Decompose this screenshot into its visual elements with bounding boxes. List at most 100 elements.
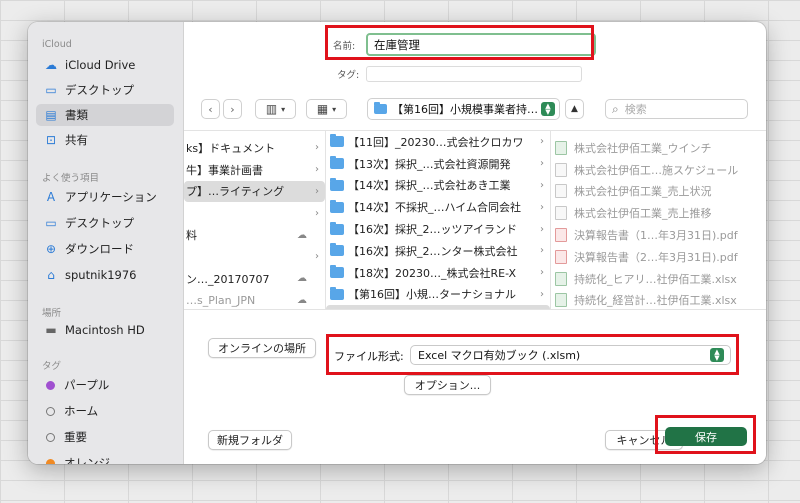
empty-tag-dot-icon xyxy=(46,406,55,416)
sidebar-item-home[interactable]: ⌂ sputnik1976 xyxy=(36,264,174,286)
sidebar-item-documents[interactable]: ▤ 書類 xyxy=(36,104,174,126)
highlight-box-file-format xyxy=(326,334,739,375)
forward-button[interactable]: › xyxy=(223,99,242,119)
folder-row[interactable]: 【16次】採択_2…ンター株式会社 › xyxy=(326,240,550,262)
folder-row[interactable]: …s_Plan_JPN ☁ xyxy=(184,290,325,309)
sidebar-tag-important[interactable]: 重要 xyxy=(36,426,174,448)
file-row[interactable]: 株式会社伊佰工業_売上推移 xyxy=(551,202,766,224)
folder-icon xyxy=(330,199,344,213)
cloud-icon: ☁ xyxy=(45,58,57,72)
column-3: 株式会社伊佰工業_ウインチ株式会社伊佰工…施スケジュール株式会社伊佰工業_売上状… xyxy=(551,131,766,309)
expand-toggle-button[interactable]: ▲ xyxy=(565,99,584,119)
folder-row[interactable]: ks】ドキュメント › xyxy=(184,137,325,159)
folder-row[interactable]: 料 ☁ xyxy=(184,224,325,246)
folder-row[interactable]: 牛】事業計画書 › xyxy=(184,159,325,181)
file-row[interactable]: 株式会社伊佰工業_売上状況 xyxy=(551,181,766,203)
chevron-up-icon: ▲ xyxy=(571,104,578,114)
back-button[interactable]: ‹ xyxy=(201,99,220,119)
folder-row[interactable]: 【18次】20230…_株式会社RE-X › xyxy=(326,262,550,284)
folder-row[interactable]: 【11回】_20230…式会社クロカワ › xyxy=(326,131,550,153)
folder-icon xyxy=(330,265,344,279)
row-label: 【13次】採択_…式会社資源開発 xyxy=(348,157,511,171)
sidebar-tag-purple[interactable]: パープル xyxy=(36,374,174,396)
sidebar-item-icloud-drive[interactable]: ☁ iCloud Drive xyxy=(36,54,174,76)
home-icon: ⌂ xyxy=(47,268,55,282)
highlight-box-filename xyxy=(325,25,594,60)
cloud-download-icon[interactable]: ☁ xyxy=(297,295,307,306)
column-view-icon: ▥ xyxy=(265,102,278,116)
folder-icon xyxy=(330,286,344,300)
row-label: ks】ドキュメント xyxy=(186,141,276,155)
sidebar-item-desktop[interactable]: ▭ デスクトップ xyxy=(36,212,174,234)
excel-file-icon xyxy=(555,293,567,308)
chevron-right-icon: › xyxy=(540,267,544,279)
group-button[interactable]: ▦ ▾ xyxy=(306,99,347,119)
sidebar-item-desktop-icloud[interactable]: ▭ デスクトップ xyxy=(36,79,174,101)
sidebar-item-downloads[interactable]: ⊕ ダウンロード xyxy=(36,238,174,260)
download-icon: ⊕ xyxy=(45,242,57,256)
folder-row[interactable]: 【14次】採択_…式会社あき工業 › xyxy=(326,175,550,197)
row-label: 牛】事業計画書 xyxy=(186,163,263,177)
folder-icon xyxy=(330,221,344,235)
file-row[interactable]: 株式会社伊佰工…施スケジュール xyxy=(551,159,766,181)
highlight-box-save xyxy=(655,415,756,454)
shared-folder-icon: ⊡ xyxy=(45,133,57,147)
chevron-down-icon: ▾ xyxy=(281,104,286,114)
sidebar-section-tags: タグ xyxy=(42,361,62,372)
sidebar-section-favorites: よく使う項目 xyxy=(42,173,100,184)
column-browser: ks】ドキュメント › 牛】事業計画書 › プ】…ライティング › › 料 ☁ › ン…_20170… xyxy=(184,130,766,309)
location-popup[interactable]: 【第16回】小規模事業者持… ▲ ▼ xyxy=(367,98,560,120)
folder-row[interactable]: › xyxy=(184,202,325,224)
row-label: 【16次】採択_2…ッツアイランド xyxy=(348,223,517,237)
online-locations-button[interactable]: オンラインの場所 xyxy=(208,338,316,358)
row-label: 株式会社伊佰工…施スケジュール xyxy=(574,163,739,177)
sidebar-item-macintosh-hd[interactable]: ▬ Macintosh HD xyxy=(36,319,174,341)
file-row[interactable]: 株式会社伊佰工業_ウインチ xyxy=(551,137,766,159)
row-label: 【14次】採択_…式会社あき工業 xyxy=(348,179,511,193)
folder-row[interactable]: 【第16回】小規…ターナショナル › xyxy=(326,284,550,306)
row-label: 【14次】不採択_…ハイム合同会社 xyxy=(348,201,522,215)
search-field[interactable]: ⌕ 検索 xyxy=(605,99,748,119)
row-label: 【11回】_20230…式会社クロカワ xyxy=(348,135,524,149)
sidebar-item-shared[interactable]: ⊡ 共有 xyxy=(36,129,174,151)
folder-icon xyxy=(374,102,387,114)
tags-input[interactable] xyxy=(366,66,582,82)
sidebar-tag-orange[interactable]: オレンジ xyxy=(36,452,174,464)
row-label: ン…_20170707 xyxy=(186,272,270,286)
tag-label: タグ: xyxy=(337,70,360,81)
file-row[interactable]: 持続化_ヒアリ…社伊佰工業.xlsx xyxy=(551,268,766,290)
row-label: 【18次】20230…_株式会社RE-X xyxy=(348,266,517,280)
file-row[interactable]: 決算報告書（2…年3月31日).pdf xyxy=(551,246,766,268)
sidebar: iCloud ☁ iCloud Drive ▭ デスクトップ ▤ 書類 ⊡ 共有… xyxy=(28,22,184,464)
sidebar-section-icloud: iCloud xyxy=(42,39,72,50)
row-label: …s_Plan_JPN xyxy=(186,293,256,307)
purple-tag-dot-icon xyxy=(46,380,55,390)
chevron-down-icon: ▾ xyxy=(332,104,337,114)
file-row[interactable]: 持続化_経営計…社伊佰工業.xlsx xyxy=(551,290,766,309)
chevron-right-icon: › xyxy=(540,288,544,300)
folder-row[interactable]: › xyxy=(184,246,325,268)
folder-icon xyxy=(330,156,344,170)
folder-row[interactable]: プ】…ライティング › xyxy=(184,180,325,203)
chevron-right-icon: › xyxy=(540,179,544,191)
folder-row[interactable]: 【16次】採択_2…ッツアイランド › xyxy=(326,218,550,240)
cloud-download-icon[interactable]: ☁ xyxy=(297,273,307,284)
orange-tag-dot-icon xyxy=(46,458,55,464)
view-mode-button[interactable]: ▥ ▾ xyxy=(255,99,296,119)
folder-row[interactable]: ン…_20170707 ☁ xyxy=(184,268,325,290)
row-label: 【16次】採択_2…ンター株式会社 xyxy=(348,244,518,258)
folder-icon xyxy=(330,134,344,148)
row-label: 決算報告書（1…年3月31日).pdf xyxy=(574,229,738,243)
row-label: 株式会社伊佰工業_ウインチ xyxy=(574,141,712,155)
sidebar-item-applications[interactable]: A アプリケーション xyxy=(36,186,174,208)
file-row[interactable]: 決算報告書（1…年3月31日).pdf xyxy=(551,224,766,246)
cloud-download-icon[interactable]: ☁ xyxy=(297,230,307,241)
chevron-right-icon: › xyxy=(540,201,544,213)
row-label: 料 xyxy=(186,229,197,243)
folder-row[interactable]: 【14次】不採択_…ハイム合同会社 › xyxy=(326,196,550,218)
folder-row[interactable]: 【13次】採択_…式会社資源開発 › xyxy=(326,153,550,175)
options-button[interactable]: オプション... xyxy=(404,375,491,395)
sidebar-tag-home[interactable]: ホーム xyxy=(36,400,174,422)
new-folder-button[interactable]: 新規フォルダ xyxy=(208,430,292,450)
file-icon xyxy=(555,206,567,221)
